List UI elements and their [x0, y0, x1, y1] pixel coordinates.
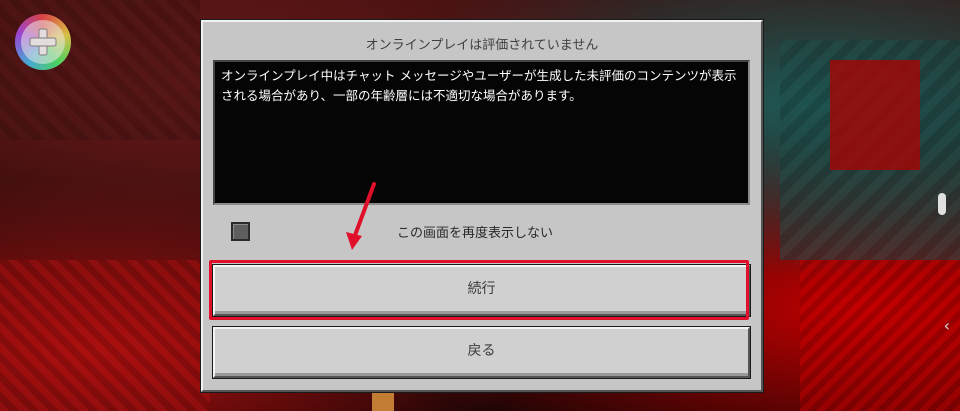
- continue-button[interactable]: 続行: [213, 265, 750, 316]
- back-button[interactable]: 戻る: [213, 327, 750, 378]
- dont-show-again-checkbox[interactable]: [231, 222, 250, 241]
- game-background: ‹ オンラインプレイは評価されていません オンラインプレイ中はチャット メッセー…: [0, 0, 960, 411]
- crimson-nylium: [0, 260, 210, 411]
- warning-message: オンラインプレイ中はチャット メッセージやユーザーが生成した未評価のコンテンツが…: [221, 68, 737, 103]
- online-play-dialog: オンラインプレイは評価されていません オンラインプレイ中はチャット メッセージや…: [201, 20, 763, 392]
- chevron-left-icon[interactable]: ‹: [944, 316, 950, 335]
- gamepad-icon-face: [21, 20, 65, 64]
- dont-show-again-label: この画面を再度表示しない: [397, 226, 554, 241]
- shroomlight: [372, 392, 394, 411]
- dialog-title: オンラインプレイは評価されていません: [365, 38, 599, 53]
- gamepad-icon[interactable]: [15, 14, 71, 70]
- nether-wart-block: [800, 260, 960, 411]
- scroll-handle[interactable]: [938, 193, 946, 215]
- message-box: オンラインプレイ中はチャット メッセージやユーザーが生成した未評価のコンテンツが…: [213, 60, 750, 205]
- dont-show-again-row[interactable]: この画面を再度表示しない: [203, 220, 761, 244]
- nether-wart-block: [830, 60, 920, 170]
- dpad-icon: [29, 28, 57, 56]
